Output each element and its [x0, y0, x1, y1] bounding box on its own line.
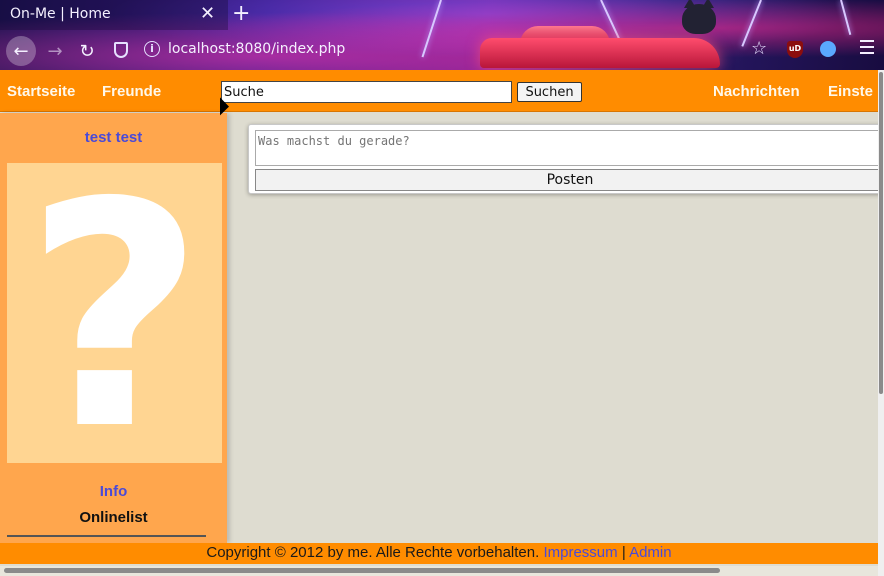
horizontal-scrollbar[interactable] — [0, 566, 878, 576]
lightning-decoration — [421, 0, 442, 58]
theme-cat-decoration — [682, 0, 716, 34]
site-header: Startseite Freunde Suchen Nachrichten Ei… — [0, 70, 878, 112]
reload-icon[interactable]: ↻ — [72, 36, 102, 66]
site-footer: Copyright © 2012 by me. Alle Rechte vorb… — [0, 543, 878, 564]
info-link[interactable]: Info — [0, 483, 227, 500]
vertical-scrollbar-thumb[interactable] — [879, 72, 883, 394]
copyright-text: Copyright © 2012 by me. Alle Rechte vorb… — [206, 544, 540, 561]
admin-link[interactable]: Admin — [629, 544, 672, 561]
back-icon[interactable]: ← — [6, 36, 36, 66]
profile-sidebar: test test ? Info Onlinelist — [0, 113, 227, 543]
status-textarea[interactable] — [255, 130, 884, 166]
nav-link-einstellungen[interactable]: Einste — [828, 83, 873, 100]
impressum-link[interactable]: Impressum — [543, 544, 617, 561]
post-button[interactable]: Posten — [255, 169, 884, 191]
tab-title: On-Me | Home — [10, 6, 111, 22]
theme-car-decoration — [480, 38, 720, 68]
site-info-icon[interactable]: i — [144, 41, 160, 57]
nav-link-freunde[interactable]: Freunde — [102, 83, 161, 100]
browser-tab[interactable]: On-Me | Home ✕ — [0, 0, 228, 30]
status-post-box: Posten — [248, 124, 884, 194]
forward-icon[interactable]: → — [40, 36, 70, 66]
ublock-extension-icon[interactable]: uD — [787, 41, 803, 58]
search-button[interactable]: Suchen — [517, 82, 582, 102]
hamburger-menu-icon[interactable] — [860, 40, 874, 54]
avatar[interactable]: ? — [7, 163, 222, 463]
address-bar[interactable]: localhost:8080/index.php — [168, 41, 345, 57]
vertical-scrollbar[interactable] — [878, 70, 884, 576]
onlinelist-heading: Onlinelist — [79, 509, 148, 526]
tracking-shield-icon[interactable] — [114, 42, 128, 58]
profile-name-link[interactable]: test test — [0, 129, 227, 146]
new-tab-icon[interactable]: + — [232, 1, 250, 26]
browser-chrome: On-Me | Home ✕ + ← → ↻ i localhost:8080/… — [0, 0, 884, 70]
bookmark-star-icon[interactable]: ☆ — [751, 38, 767, 59]
close-tab-icon[interactable]: ✕ — [200, 3, 215, 24]
search-input[interactable] — [221, 81, 512, 103]
lightning-decoration — [840, 0, 852, 36]
page-viewport: Startseite Freunde Suchen Nachrichten Ei… — [0, 70, 884, 576]
nav-link-startseite[interactable]: Startseite — [7, 83, 75, 100]
nav-link-nachrichten[interactable]: Nachrichten — [713, 83, 800, 100]
placeholder-avatar-icon: ? — [24, 163, 205, 463]
divider — [7, 535, 206, 537]
footer-separator: | — [621, 544, 626, 561]
horizontal-scrollbar-thumb[interactable] — [4, 568, 720, 573]
extension-icon[interactable] — [820, 41, 836, 57]
